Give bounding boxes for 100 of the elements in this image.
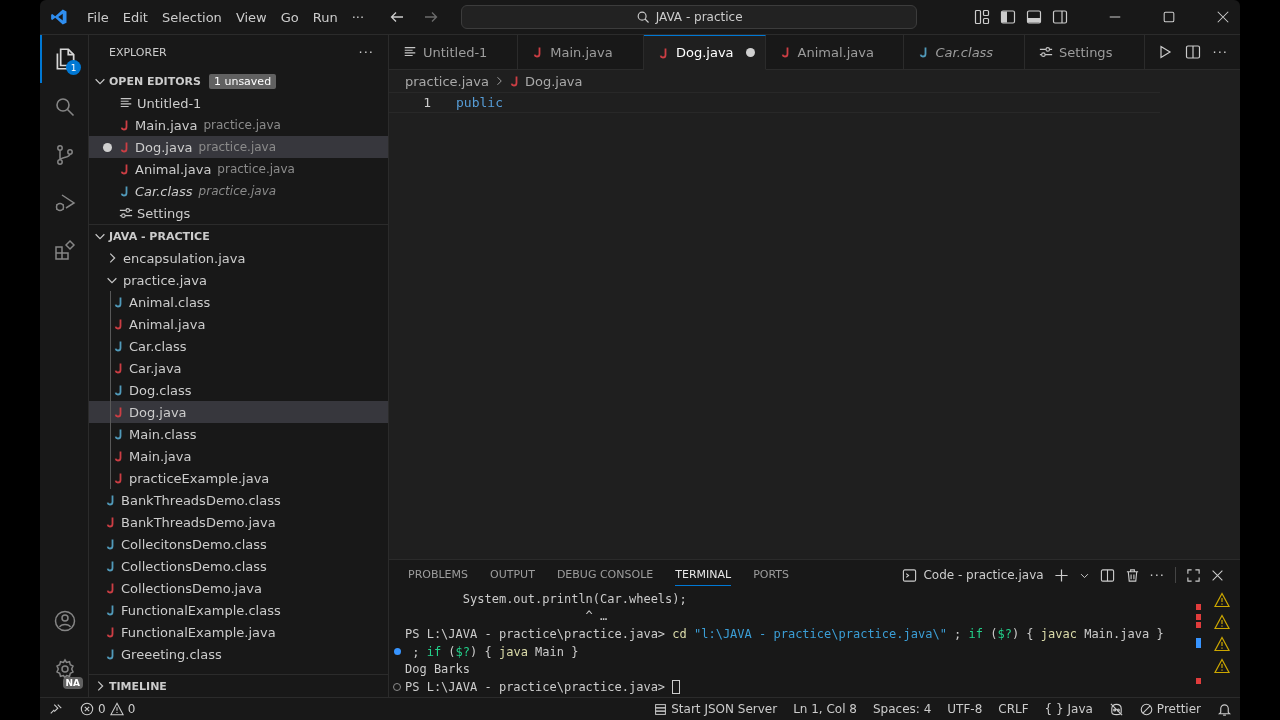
tree-item[interactable]: Animal.java: [89, 313, 388, 335]
editor-tab[interactable]: Settings: [1025, 35, 1145, 70]
tree-item[interactable]: FunctionalExample.class: [89, 599, 388, 621]
file-name: FunctionalExample.class: [121, 602, 281, 618]
open-editor-item[interactable]: Main.java practice.java: [89, 114, 388, 136]
search-icon[interactable]: [53, 95, 77, 119]
split-editor-icon[interactable]: [1184, 44, 1201, 60]
panel-tab[interactable]: TERMINAL: [675, 564, 732, 586]
close-icon[interactable]: [1211, 568, 1224, 582]
error-marker: [1196, 614, 1201, 620]
warning-icon[interactable]: [1214, 636, 1230, 652]
panel-tab[interactable]: PROBLEMS: [408, 564, 469, 586]
status-item[interactable]: Spaces: 4: [865, 702, 940, 716]
copilot-icon[interactable]: [1108, 701, 1124, 717]
panel-tab[interactable]: OUTPUT: [490, 564, 535, 586]
error-marker: [1196, 678, 1201, 684]
tree-item[interactable]: BankThreadsDemo.class: [89, 489, 388, 511]
account-icon[interactable]: [53, 609, 77, 633]
more-actions-button[interactable]: ···: [1212, 44, 1228, 60]
open-editor-item[interactable]: Animal.java practice.java: [89, 158, 388, 180]
more-actions-button[interactable]: ···: [358, 45, 374, 60]
command-center[interactable]: JAVA - practice: [461, 5, 918, 29]
file-name: FunctionalExample.java: [121, 624, 276, 640]
extensions-icon[interactable]: [53, 239, 77, 263]
tree-item[interactable]: encapsulation.java: [89, 247, 388, 269]
tree-item[interactable]: CollecitonsDemo.class: [89, 533, 388, 555]
open-editor-item[interactable]: Dog.java practice.java: [89, 136, 388, 158]
panel-toggle-icon[interactable]: [1026, 9, 1042, 25]
menu-item[interactable]: File: [80, 6, 116, 28]
panel-tab[interactable]: DEBUG CONSOLE: [556, 564, 654, 586]
tree-item[interactable]: Greeeting.class: [89, 643, 388, 665]
tree-item[interactable]: Car.java: [89, 357, 388, 379]
tree-item[interactable]: Car.class: [89, 335, 388, 357]
tree-item[interactable]: Main.class: [89, 423, 388, 445]
open-editor-item[interactable]: Untitled-1: [89, 92, 388, 114]
breadcrumb[interactable]: practice.java: [405, 73, 489, 89]
maximize-panel-icon[interactable]: [1186, 567, 1201, 583]
menu-item[interactable]: View: [228, 6, 274, 28]
status-item[interactable]: Start JSON Server: [646, 702, 786, 716]
tree-item[interactable]: Dog.java: [89, 401, 388, 423]
tree-item[interactable]: practice.java: [89, 269, 388, 291]
secondary-sidebar-icon[interactable]: [1052, 9, 1068, 25]
sidebar-toggle-icon[interactable]: [1000, 9, 1016, 25]
tree-item[interactable]: Dog.class: [89, 379, 388, 401]
terminal-line: ^ …: [584, 609, 608, 624]
editor-tab[interactable]: Dog.java: [644, 35, 766, 70]
terminal-icon: [902, 567, 918, 583]
tree-item[interactable]: Animal.class: [89, 291, 388, 313]
warning-icon[interactable]: [1214, 658, 1230, 674]
section-title[interactable]: OPEN EDITORS: [109, 74, 201, 88]
status-item[interactable]: { } Java: [1036, 702, 1101, 716]
panel-tab[interactable]: PORTS: [753, 564, 789, 586]
trash-icon[interactable]: [1124, 567, 1140, 583]
file-name: Untitled-1: [137, 95, 202, 111]
bell-icon[interactable]: [1217, 701, 1232, 717]
back-arrow-icon[interactable]: [389, 9, 406, 25]
more-actions-button[interactable]: ···: [1149, 567, 1165, 583]
file-name: Animal.java: [135, 161, 212, 177]
tree-item[interactable]: FunctionalExample.java: [89, 621, 388, 643]
section-title[interactable]: JAVA - PRACTICE: [109, 229, 210, 243]
more-menu[interactable]: ···: [344, 6, 372, 28]
open-editor-item[interactable]: Settings: [89, 202, 388, 224]
terminal-line: ; if ($?) { java Main }: [411, 644, 579, 659]
warning-icon[interactable]: [1214, 614, 1230, 630]
tree-item[interactable]: CollectionsDemo.class: [89, 555, 388, 577]
editor-tab[interactable]: Untitled-1: [389, 35, 519, 70]
menu-item[interactable]: Go: [273, 6, 306, 28]
status-item[interactable]: CRLF: [990, 702, 1037, 716]
tree-item[interactable]: BankThreadsDemo.java: [89, 511, 388, 533]
layout-icon[interactable]: [974, 9, 990, 25]
file-lines-icon: [403, 45, 417, 59]
file-name: Car.java: [129, 360, 182, 376]
maximize-icon[interactable]: [1162, 10, 1176, 24]
tree-item[interactable]: CollectionsDemo.java: [89, 577, 388, 599]
section-title[interactable]: TIMELINE: [109, 679, 167, 693]
server-icon: [654, 702, 668, 716]
split-terminal-icon[interactable]: [1099, 567, 1115, 583]
breadcrumb[interactable]: Dog.java: [524, 73, 583, 89]
warning-icon[interactable]: [1214, 592, 1230, 608]
plus-icon[interactable]: [1053, 567, 1069, 583]
close-icon[interactable]: [1216, 10, 1230, 24]
menu-item[interactable]: Run: [305, 6, 345, 28]
activity-item[interactable]: 1: [40, 35, 88, 83]
folder-name: practice.java: [217, 162, 295, 176]
file-name: Animal.java: [129, 316, 206, 332]
tree-item[interactable]: practiceExample.java: [89, 467, 388, 489]
terminal-name[interactable]: Code - practice.java: [923, 568, 1044, 582]
status-item[interactable]: Ln 1, Col 8: [785, 702, 865, 716]
tab-label: Car.class: [935, 44, 994, 60]
open-editor-item[interactable]: Car.class practice.java: [89, 180, 388, 202]
editor-tab[interactable]: Car.class: [903, 35, 1026, 70]
status-item[interactable]: Prettier: [1131, 702, 1209, 716]
editor-tab[interactable]: Animal.java: [765, 35, 904, 70]
folder-name: practice.java: [203, 118, 281, 132]
menu-item[interactable]: Selection: [154, 6, 229, 28]
tree-item[interactable]: Main.java: [89, 445, 388, 467]
forward-arrow-icon[interactable]: [423, 9, 440, 25]
status-item[interactable]: UTF-8: [939, 702, 991, 716]
problems-status[interactable]: 0 0: [72, 702, 144, 716]
menu-item[interactable]: Edit: [115, 6, 155, 28]
